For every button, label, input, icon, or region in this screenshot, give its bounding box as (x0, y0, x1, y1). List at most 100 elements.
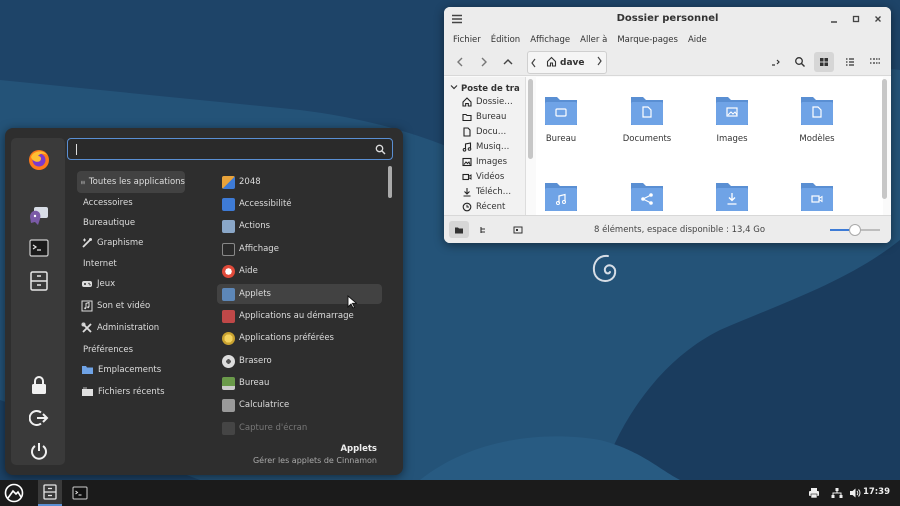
folder-icon (716, 97, 748, 125)
app-list-scrollbar[interactable] (388, 166, 392, 198)
category-graphisme[interactable]: Graphisme (77, 232, 143, 254)
content-scrollbar[interactable] (882, 79, 887, 199)
status-text: 8 éléments, espace disponible : 13,4 Go (594, 225, 766, 235)
back-button[interactable] (450, 52, 470, 72)
forward-button[interactable] (474, 52, 494, 72)
icon-view-button[interactable] (814, 52, 834, 72)
sidebar-item-documents[interactable]: Docu… (462, 125, 524, 139)
close-icon[interactable] (871, 12, 885, 26)
graphics-icon (82, 238, 92, 248)
category-preferences[interactable]: Préférences (77, 339, 133, 361)
search-icon[interactable] (790, 52, 810, 72)
preferred-apps-icon (222, 331, 235, 345)
folder-documents[interactable]: Documents (612, 91, 682, 144)
sidebar-item-musique[interactable]: Musiq… (462, 140, 524, 154)
zoom-slider[interactable] (830, 224, 880, 236)
category-son-et-video[interactable]: Son et vidéo (77, 295, 150, 317)
folder-icon (801, 97, 833, 125)
sidebar-item-images[interactable]: Images (462, 155, 524, 169)
menu-marque-pages[interactable]: Marque-pages (612, 35, 683, 45)
folder-musique[interactable] (526, 177, 596, 216)
sidebar-item-videos[interactable]: Vidéos (462, 170, 524, 184)
terminal-icon[interactable] (28, 237, 50, 259)
clock[interactable]: 17:39 (863, 487, 890, 497)
shutdown-icon[interactable] (28, 440, 50, 462)
folder-modeles[interactable]: Modèles (782, 91, 852, 144)
app-brasero[interactable]: Brasero (217, 351, 382, 371)
app-capture-d-ecran[interactable]: Capture d'écran (217, 418, 382, 438)
app-actions[interactable]: Actions (217, 216, 382, 236)
folder-public[interactable] (612, 177, 682, 216)
app-aide[interactable]: Aide (217, 261, 382, 281)
app-calculatrice[interactable]: Calculatrice (217, 395, 382, 415)
category-all[interactable]: Toutes les applications (77, 171, 185, 193)
logout-icon[interactable] (28, 407, 50, 429)
sidebar-item-home[interactable]: Dossie… (462, 95, 524, 109)
app-description-name: Applets (340, 444, 377, 454)
help-icon (222, 264, 235, 278)
folder-images[interactable]: Images (697, 91, 767, 144)
folder-music-icon (545, 183, 577, 211)
app-affichage[interactable]: Affichage (217, 239, 382, 259)
messaging-icon[interactable] (28, 205, 50, 227)
compact-view-button[interactable] (865, 52, 885, 72)
folder-videos[interactable] (782, 177, 852, 216)
menu-aller-a[interactable]: Aller à (575, 35, 612, 45)
app-applications-au-demarrage[interactable]: Applications au démarrage (217, 306, 382, 326)
folder-bureau[interactable]: Bureau (526, 91, 596, 144)
lock-screen-icon[interactable] (28, 374, 50, 396)
taskbar: 17:39 (0, 480, 900, 506)
toolbar: dave (444, 49, 891, 76)
menu-aide[interactable]: Aide (683, 35, 712, 45)
file-view: Bureau Documents Images Modèles (536, 77, 883, 215)
sidebar-item-recent[interactable]: Récent (462, 200, 524, 214)
taskbar-file-manager-icon[interactable] (38, 480, 62, 506)
path-crumb-home[interactable]: dave (560, 58, 585, 68)
menu-fichier[interactable]: Fichier (448, 35, 486, 45)
path-left-arrow-icon[interactable] (528, 58, 540, 68)
accessibility-icon (222, 197, 235, 211)
show-places-button[interactable] (449, 221, 469, 238)
maximize-icon[interactable] (849, 12, 863, 26)
list-view-button[interactable] (840, 52, 860, 72)
menu-edition[interactable]: Édition (486, 35, 525, 45)
menu-bar: Fichier Édition Affichage Aller à Marque… (444, 31, 891, 49)
open-terminal-icon[interactable] (766, 52, 786, 72)
category-bureautique[interactable]: Bureautique (77, 212, 135, 234)
folder-share-icon (631, 183, 663, 211)
file-manager-icon[interactable] (28, 270, 50, 292)
menu-launcher-icon[interactable] (0, 480, 28, 506)
chevron-down-icon (450, 85, 458, 90)
debian-logo-icon (592, 254, 617, 282)
zoom-slider-handle[interactable] (849, 224, 861, 236)
display-icon (222, 242, 235, 256)
category-jeux[interactable]: Jeux (77, 273, 115, 295)
toggle-sidebar-button[interactable] (508, 221, 528, 238)
category-accessoires[interactable]: Accessoires (77, 192, 133, 214)
path-right-arrow-icon[interactable] (595, 56, 603, 69)
app-bureau[interactable]: Bureau (217, 373, 382, 393)
taskbar-terminal-icon[interactable] (68, 480, 92, 506)
sidebar-header[interactable]: Poste de travail (450, 83, 520, 94)
volume-icon[interactable] (846, 480, 864, 506)
app-accessibilite[interactable]: Accessibilité (217, 194, 382, 214)
app-applications-preferees[interactable]: Applications préférées (217, 328, 382, 348)
sidebar-item-telechargements[interactable]: Téléch… (462, 185, 524, 199)
category-fichiers-recents[interactable]: Fichiers récents (77, 381, 165, 403)
category-internet[interactable]: Internet (77, 253, 117, 275)
minimize-icon[interactable] (827, 12, 841, 26)
app-2048[interactable]: 2048 (217, 172, 382, 192)
printer-icon[interactable] (805, 480, 823, 506)
sidebar-toggle-icon (513, 226, 523, 233)
sidebar-item-bureau[interactable]: Bureau (462, 110, 524, 124)
app-applets[interactable]: Applets (217, 284, 382, 304)
search-input[interactable] (67, 138, 393, 160)
category-emplacements[interactable]: Emplacements (77, 359, 161, 381)
menu-affichage[interactable]: Affichage (525, 35, 575, 45)
up-button[interactable] (498, 52, 518, 72)
category-administration[interactable]: Administration (77, 317, 159, 339)
firefox-icon[interactable] (28, 149, 50, 171)
network-icon[interactable] (828, 480, 846, 506)
folder-telechargements[interactable] (697, 177, 767, 216)
show-tree-button[interactable] (474, 221, 494, 238)
